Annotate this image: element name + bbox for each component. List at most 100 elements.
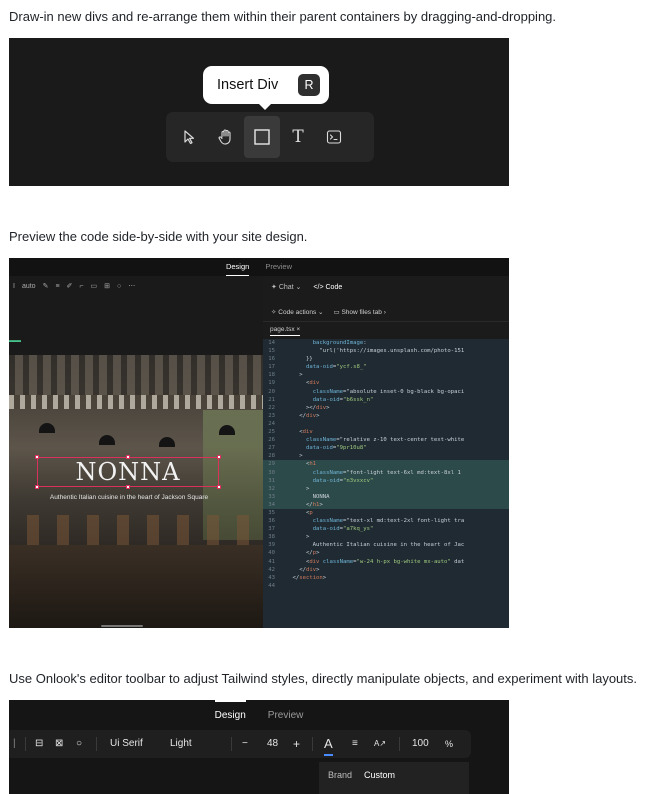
selection-box[interactable]	[35, 455, 221, 489]
code-line: 20 className="absolute inset-0 bg-black …	[263, 388, 509, 396]
code-text: >	[279, 485, 310, 492]
pen-icon[interactable]: ✐	[67, 282, 73, 290]
resize-handle[interactable]	[217, 485, 221, 489]
align-icon[interactable]: ≡	[55, 283, 59, 290]
line-number: 26	[268, 437, 275, 444]
tooltip-arrow	[259, 104, 271, 110]
code-text: "url('https://images.unsplash.com/photo-…	[279, 348, 465, 355]
mode-tabs: Design Preview	[9, 258, 509, 276]
percent-unit: %	[445, 739, 454, 749]
tab-custom[interactable]: Custom	[364, 770, 395, 780]
code-line: 39 Authentic Italian cuisine in the hear…	[263, 541, 509, 549]
resize-handle[interactable]	[35, 455, 39, 459]
select-tool-button[interactable]	[172, 116, 208, 158]
corner-icon[interactable]: ⌐	[79, 283, 83, 290]
code-text: </div>	[279, 412, 320, 419]
file-tab[interactable]: page.tsx ×	[270, 326, 301, 336]
layout-icon[interactable]: ▭	[91, 282, 98, 290]
code-line: 44	[263, 582, 509, 590]
code-line: 37 data-oid="a7kq_ys"	[263, 525, 509, 533]
letter-spacing-icon[interactable]: A↗	[374, 730, 386, 758]
square-icon	[254, 129, 270, 145]
code-text: className="font-light text-6xl md:text-8…	[312, 469, 461, 476]
code-text: </div>	[279, 566, 320, 573]
font-size-decrease-button[interactable]: −	[242, 730, 248, 758]
resize-handle[interactable]	[217, 455, 221, 459]
brush-icon[interactable]: ✎	[43, 282, 49, 290]
code-text: </h1>	[279, 501, 323, 508]
more-icon[interactable]: ⋯	[128, 282, 135, 290]
line-number: 24	[268, 420, 275, 427]
restaurant-hero-image[interactable]: NONNA Authentic Italian cuisine in the h…	[9, 355, 263, 628]
code-text: data-oid="b6ssk_n"	[312, 396, 374, 403]
shortcut-key: R	[298, 74, 320, 96]
code-text: }}	[279, 356, 313, 363]
code-line: 29 <h1	[263, 460, 509, 469]
insert-div-tool-button[interactable]	[244, 116, 280, 158]
code-line: 17 data-oid="ycf.s8_"	[263, 363, 509, 371]
tab-brand[interactable]: Brand	[328, 770, 352, 780]
tab-code[interactable]: </> Code	[313, 284, 342, 291]
color-dropdown: Brand Custom	[319, 762, 469, 794]
line-number: 27	[268, 445, 275, 452]
hero-tagline[interactable]: Authentic Italian cuisine in the heart o…	[9, 494, 249, 501]
font-weight-select[interactable]: Light	[170, 730, 192, 758]
grid-icon[interactable]: ⊞	[104, 282, 110, 290]
text-cursor-icon[interactable]: I	[13, 283, 15, 290]
line-number: 35	[268, 509, 275, 516]
resize-handle[interactable]	[35, 485, 39, 489]
resize-handle[interactable]	[126, 485, 130, 489]
font-size-input[interactable]: 48	[267, 730, 278, 758]
line-number: 44	[268, 582, 275, 589]
text-tool-button[interactable]: T	[280, 116, 316, 158]
resize-handle[interactable]	[126, 455, 130, 459]
close-icon[interactable]: ×	[296, 326, 300, 333]
tab-preview[interactable]: Preview	[265, 258, 292, 276]
opacity-input[interactable]: 100	[412, 730, 429, 758]
code-text: >	[279, 453, 303, 460]
style-editor-panel: Design Preview | ⊟ ⊠ ○ Ui Serif Light − …	[9, 700, 509, 794]
pan-tool-button[interactable]	[208, 116, 244, 158]
line-number: 18	[268, 372, 275, 379]
layout-icon[interactable]: ⊟	[35, 730, 43, 758]
text-color-button[interactable]: A	[324, 732, 333, 756]
line-number: 31	[268, 477, 275, 484]
code-text: NONNA	[279, 493, 330, 500]
text-align-icon[interactable]: ≡	[352, 730, 358, 758]
frame-indicator: ▬▬	[9, 338, 21, 344]
tab-preview[interactable]: Preview	[268, 700, 304, 728]
code-text: data-oid="a7kq_ys"	[312, 526, 374, 533]
caption-code-preview: Preview the code side-by-side with your …	[9, 229, 308, 244]
line-number: 39	[268, 542, 275, 549]
radius-icon[interactable]: ○	[76, 730, 82, 758]
box-icon[interactable]: ⊠	[55, 730, 63, 758]
code-text: <h1	[279, 461, 317, 468]
canvas-scrollbar[interactable]	[101, 625, 143, 627]
code-actions-button[interactable]: ✧ Code actions ⌄	[271, 308, 323, 316]
line-number: 32	[268, 485, 275, 492]
line-number: 25	[268, 429, 275, 436]
show-files-tab-button[interactable]: ▭ Show files tab ›	[333, 308, 385, 316]
caption-drag-drop: Draw-in new divs and re-arrange them wit…	[9, 9, 557, 24]
tab-design[interactable]: Design	[215, 710, 246, 721]
line-number: 41	[268, 558, 275, 565]
code-icon: </>	[313, 283, 326, 291]
line-number: 42	[268, 566, 275, 573]
terminal-tool-button[interactable]	[316, 116, 352, 158]
code-line: 18 >	[263, 371, 509, 379]
code-line: 30 className="font-light text-6xl md:tex…	[263, 468, 509, 477]
font-size-increase-button[interactable]: +	[293, 730, 300, 758]
text-icon: T	[292, 127, 304, 147]
code-line: 40 </p>	[263, 549, 509, 557]
tab-chat[interactable]: ✦ Chat ⌄	[271, 283, 301, 291]
tab-design[interactable]: Design	[225, 258, 250, 276]
line-number: 43	[268, 574, 275, 581]
font-family-select[interactable]: Ui Serif	[110, 730, 143, 758]
code-text: data-oid="ycf.s8_"	[305, 364, 367, 371]
auto-size-value[interactable]: auto	[22, 283, 36, 290]
code-editor[interactable]: 14 backgroundImage: 15 "url('https://imag…	[263, 339, 509, 628]
code-line: 33 NONNA	[263, 492, 509, 501]
circle-icon[interactable]: ○	[117, 283, 121, 290]
line-number: 22	[268, 404, 275, 411]
code-line: 24	[263, 420, 509, 428]
